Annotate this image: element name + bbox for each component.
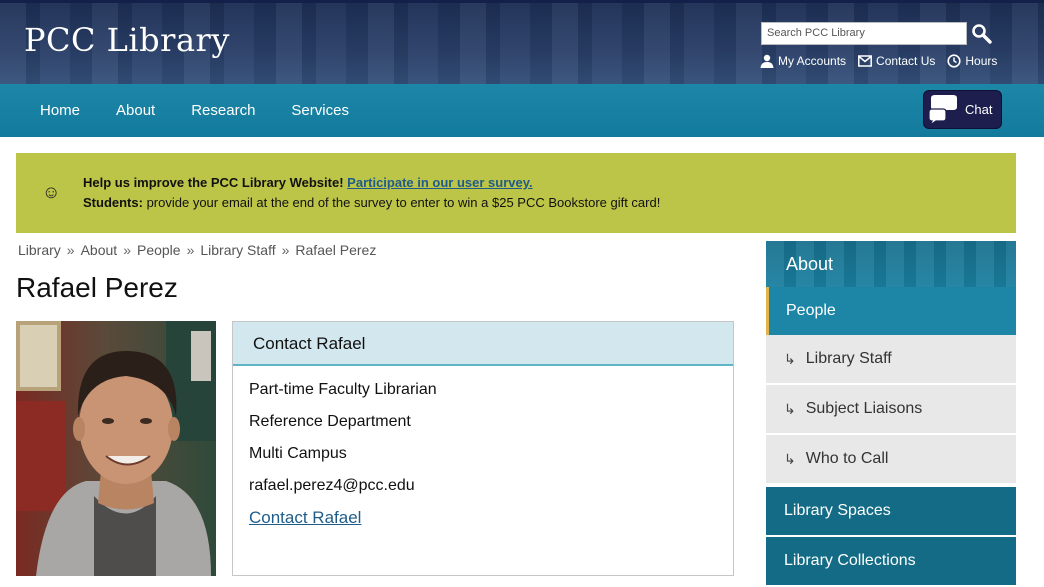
sub-arrow-icon: ↳ bbox=[784, 451, 796, 467]
banner-students-text: provide your email at the end of the sur… bbox=[142, 195, 661, 210]
contact-title: Part-time Faculty Librarian bbox=[249, 381, 437, 398]
chat-bubble-icon bbox=[928, 94, 957, 126]
contact-card: Contact Rafael Part-time Faculty Librari… bbox=[232, 321, 734, 576]
sidebar-item-people[interactable]: People bbox=[766, 287, 1016, 335]
breadcrumb-separator: » bbox=[281, 242, 290, 258]
person-icon bbox=[760, 54, 774, 68]
smiley-icon: ☺ bbox=[42, 182, 61, 202]
sidebar-item-who-to-call[interactable]: ↳ Who to Call bbox=[766, 435, 1016, 485]
nav-item-home[interactable]: Home bbox=[22, 84, 98, 137]
main-nav: Home About Research Services Chat bbox=[0, 84, 1044, 137]
search-icon bbox=[972, 24, 992, 44]
my-accounts-link[interactable]: My Accounts bbox=[760, 54, 846, 68]
contact-link[interactable]: Contact Rafael bbox=[249, 508, 361, 527]
chat-label: Chat bbox=[965, 102, 993, 117]
sub-arrow-icon: ↳ bbox=[784, 351, 796, 367]
contact-department: Reference Department bbox=[249, 413, 411, 430]
staff-photo bbox=[16, 321, 216, 576]
survey-link[interactable]: Participate in our user survey. bbox=[347, 175, 532, 190]
breadcrumb-library[interactable]: Library bbox=[18, 242, 61, 258]
contact-card-heading: Contact Rafael bbox=[233, 322, 733, 366]
banner-line-2: Students: provide your email at the end … bbox=[83, 195, 660, 210]
breadcrumb-separator: » bbox=[186, 242, 195, 258]
site-header: PCC Library Search PCC Library My Accoun… bbox=[0, 0, 1044, 84]
clock-icon bbox=[947, 54, 961, 68]
site-logo[interactable]: PCC Library bbox=[24, 21, 230, 59]
survey-banner: ☺ Help us improve the PCC Library Websit… bbox=[16, 153, 1016, 233]
breadcrumb-current: Rafael Perez bbox=[295, 242, 377, 258]
breadcrumb-people[interactable]: People bbox=[137, 242, 181, 258]
sidebar-item-library-staff[interactable]: ↳ Library Staff bbox=[766, 335, 1016, 385]
search-button[interactable] bbox=[971, 23, 993, 45]
contact-details: Part-time Faculty Librarian Reference De… bbox=[233, 366, 733, 539]
breadcrumb-separator: » bbox=[66, 242, 75, 258]
sidebar-item-label: Who to Call bbox=[805, 450, 889, 467]
sidebar-item-label: Library Staff bbox=[805, 350, 892, 367]
sidebar-heading[interactable]: About bbox=[766, 241, 1016, 287]
search-input[interactable]: Search PCC Library bbox=[761, 22, 967, 45]
hours-link[interactable]: Hours bbox=[947, 54, 997, 68]
my-accounts-label: My Accounts bbox=[778, 54, 847, 68]
banner-heading: Help us improve the PCC Library Website! bbox=[83, 175, 344, 190]
chat-button[interactable]: Chat bbox=[923, 90, 1002, 129]
envelope-icon bbox=[858, 55, 872, 67]
utility-links: My Accounts Contact Us Hours bbox=[760, 54, 997, 68]
contact-us-label: Contact Us bbox=[876, 54, 936, 68]
breadcrumb-about[interactable]: About bbox=[81, 242, 118, 258]
page-title: Rafael Perez bbox=[16, 272, 178, 303]
breadcrumb-separator: » bbox=[123, 242, 131, 258]
sidebar-item-label: Subject Liaisons bbox=[805, 400, 923, 417]
contact-campus: Multi Campus bbox=[249, 445, 347, 462]
sub-arrow-icon: ↳ bbox=[784, 401, 796, 417]
sidebar-item-library-collections[interactable]: Library Collections bbox=[766, 537, 1016, 585]
nav-items: Home About Research Services bbox=[22, 84, 367, 137]
banner-line-1: Help us improve the PCC Library Website!… bbox=[83, 175, 533, 190]
nav-item-research[interactable]: Research bbox=[173, 84, 273, 137]
contact-email[interactable]: rafael.perez4@pcc.edu bbox=[249, 475, 733, 507]
breadcrumb: Library » About » People » Library Staff… bbox=[18, 242, 376, 258]
hours-label: Hours bbox=[965, 54, 998, 68]
breadcrumb-library-staff[interactable]: Library Staff bbox=[200, 242, 275, 258]
contact-us-link[interactable]: Contact Us bbox=[858, 54, 935, 68]
sidebar-item-library-spaces[interactable]: Library Spaces bbox=[766, 487, 1016, 535]
sidebar-nav: About People ↳ Library Staff ↳ Subject L… bbox=[766, 241, 1016, 585]
nav-item-about[interactable]: About bbox=[98, 84, 173, 137]
sidebar-item-subject-liaisons[interactable]: ↳ Subject Liaisons bbox=[766, 385, 1016, 435]
banner-students-label: Students: bbox=[83, 195, 143, 210]
nav-item-services[interactable]: Services bbox=[273, 84, 367, 137]
